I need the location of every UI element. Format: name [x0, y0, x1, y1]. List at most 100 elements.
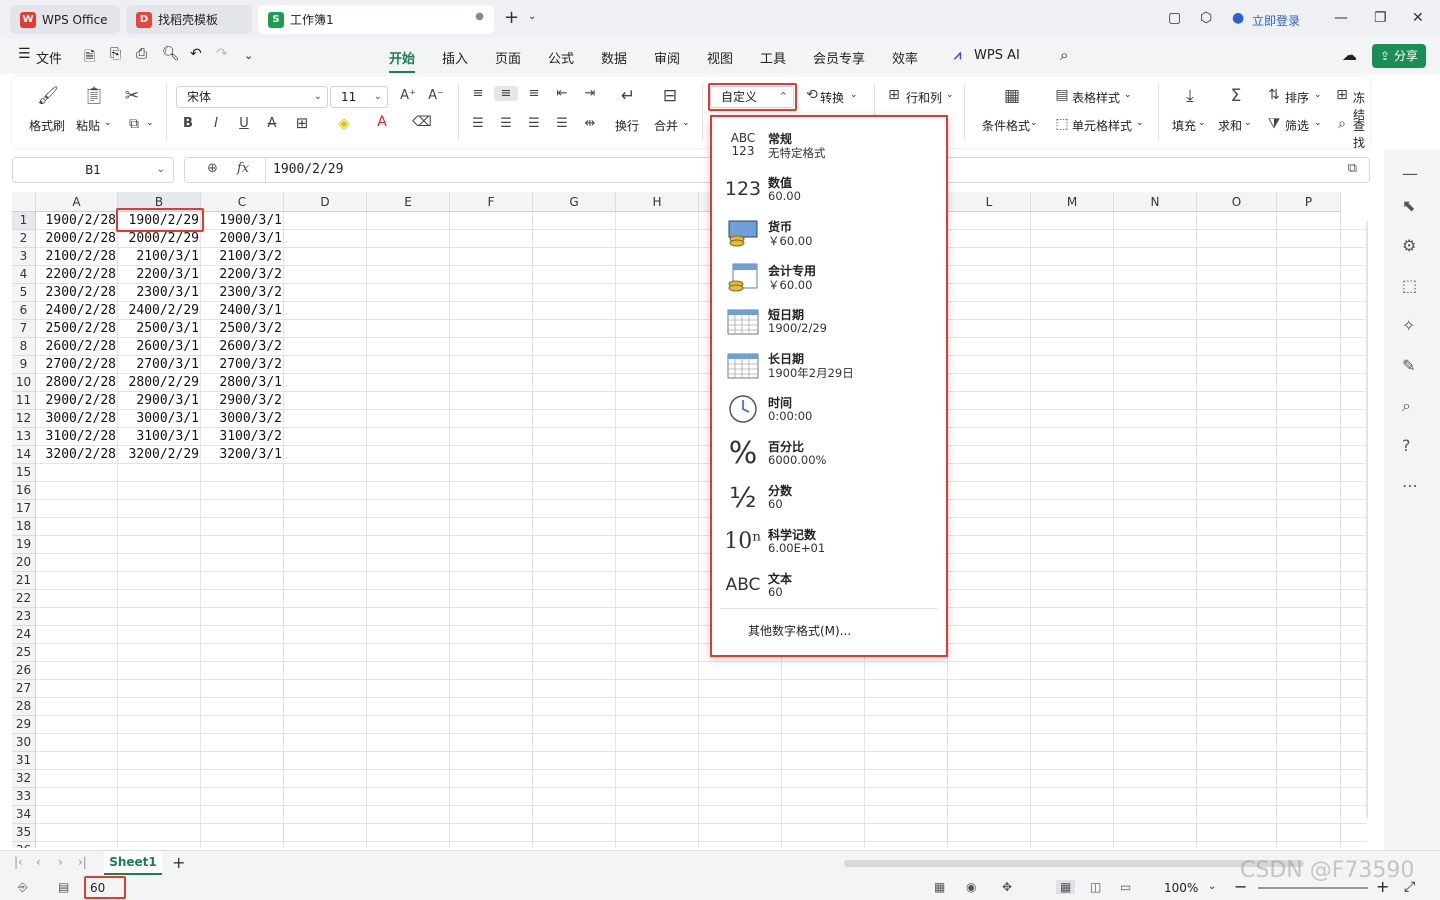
column-header[interactable]: P	[1277, 192, 1341, 212]
chevron-down-icon[interactable]: ⌄	[1244, 118, 1252, 128]
font-color-icon[interactable]: A	[370, 114, 394, 130]
minimize-icon[interactable]: —	[1334, 10, 1348, 26]
fill-button[interactable]: 填充	[1172, 117, 1196, 134]
table-cell[interactable]: 2900/3/2	[201, 392, 284, 410]
table-cell[interactable]: 2700/3/1	[118, 356, 201, 374]
row-header[interactable]: 4	[12, 266, 36, 284]
row-header[interactable]: 6	[12, 302, 36, 320]
print-icon[interactable]: ⎙	[136, 46, 147, 62]
table-cell[interactable]: 2100/3/1	[118, 248, 201, 266]
row-col-icon[interactable]: ⊞	[882, 87, 906, 103]
row-header[interactable]: 34	[12, 806, 36, 824]
table-cell[interactable]: 2300/3/2	[201, 284, 284, 302]
row-header[interactable]: 3	[12, 248, 36, 266]
more-number-formats-link[interactable]: 其他数字格式(M)...	[748, 622, 851, 639]
column-header[interactable]: D	[284, 192, 367, 212]
format-painter-button[interactable]: 格式刷	[29, 117, 65, 134]
menu-tab-tools[interactable]: 工具	[760, 48, 786, 67]
table-cell[interactable]: 2600/3/2	[201, 338, 284, 356]
fx-icon[interactable]: fx	[237, 161, 249, 176]
row-header[interactable]: 11	[12, 392, 36, 410]
column-header[interactable]: F	[450, 192, 533, 212]
chevron-down-icon[interactable]: ⌄	[946, 90, 954, 100]
row-header[interactable]: 27	[12, 680, 36, 698]
table-cell[interactable]: 2800/2/29	[118, 374, 201, 392]
more-icon[interactable]: ⋯	[1402, 476, 1418, 495]
tools-icon[interactable]: ✧	[1402, 316, 1415, 335]
fill-color-icon[interactable]: ◈	[332, 114, 356, 132]
align-center-icon[interactable]: ☰	[494, 116, 518, 131]
column-header[interactable]: A	[36, 192, 118, 212]
column-header[interactable]: O	[1197, 192, 1277, 212]
sum-button[interactable]: 求和	[1218, 117, 1242, 134]
chevron-down-icon[interactable]: ⌄	[146, 118, 154, 128]
table-cell[interactable]: 2500/3/2	[201, 320, 284, 338]
login-link[interactable]: 立即登录	[1252, 12, 1300, 29]
increase-font-icon[interactable]: A⁺	[396, 88, 420, 103]
page-break-view-icon[interactable]: ▭	[1120, 880, 1131, 894]
macro-icon[interactable]: ⎆	[18, 880, 28, 895]
wrap-text-icon[interactable]: ↵	[616, 86, 640, 106]
row-header[interactable]: 5	[12, 284, 36, 302]
share-button[interactable]: ⇪ 分享	[1372, 44, 1426, 68]
find-button[interactable]: 查找	[1348, 117, 1370, 151]
zoom-formula-icon[interactable]: ⊕	[207, 161, 218, 176]
column-header[interactable]: H	[616, 192, 699, 212]
select-pointer-icon[interactable]: ⬉	[1402, 196, 1415, 215]
page-icon[interactable]: ▤	[58, 880, 69, 894]
expand-formula-icon[interactable]: ⧉	[1348, 161, 1357, 176]
hamburger-icon[interactable]: ☰	[18, 46, 31, 62]
sort-button[interactable]: 排序	[1285, 89, 1309, 106]
signature-icon[interactable]: ✎	[1402, 356, 1415, 375]
chevron-down-icon[interactable]: ⌄	[1136, 118, 1144, 128]
book-search-icon[interactable]: ⌕	[1402, 396, 1411, 416]
zoom-slider[interactable]	[1258, 887, 1368, 889]
last-sheet-icon[interactable]: ›|	[78, 855, 87, 869]
format-item-fraction[interactable]: ½ 分数 60	[712, 475, 946, 519]
increase-indent-icon[interactable]: ⇥	[578, 86, 602, 101]
cross-highlight-icon[interactable]: ✥	[1002, 880, 1012, 894]
merge-button[interactable]: 合并	[654, 117, 678, 134]
row-header[interactable]: 24	[12, 626, 36, 644]
format-item-number[interactable]: 123 数值 60.00	[712, 167, 946, 211]
cube-icon[interactable]: ⬡	[1200, 10, 1212, 26]
undo-icon[interactable]: ↶	[190, 46, 202, 62]
font-size-select[interactable]: 11 ⌄	[330, 86, 388, 108]
format-item-currency[interactable]: 货币 ￥60.00	[712, 211, 946, 255]
paste-icon[interactable]: 📋︎	[82, 86, 106, 106]
row-header[interactable]: 22	[12, 590, 36, 608]
row-header[interactable]: 29	[12, 716, 36, 734]
table-cell[interactable]: 2500/2/28	[36, 320, 118, 338]
row-header[interactable]: 2	[12, 230, 36, 248]
align-right-icon[interactable]: ☰	[522, 116, 546, 131]
chevron-down-icon[interactable]: ⌄	[1124, 90, 1132, 100]
row-header[interactable]: 23	[12, 608, 36, 626]
table-cell[interactable]: 2700/2/28	[36, 356, 118, 374]
format-item-scientific[interactable]: 10ⁿ 科学记数 6.00E+01	[712, 519, 946, 563]
table-cell[interactable]: 3100/3/1	[118, 428, 201, 446]
table-style-button[interactable]: 表格样式	[1072, 89, 1120, 106]
row-header[interactable]: 20	[12, 554, 36, 572]
save-icon[interactable]: 🗎	[84, 46, 95, 70]
row-header[interactable]: 31	[12, 752, 36, 770]
normal-view-icon[interactable]: ▦	[1056, 880, 1076, 894]
border-icon[interactable]: ⊞	[290, 114, 314, 132]
row-header[interactable]: 25	[12, 644, 36, 662]
column-header[interactable]: G	[533, 192, 616, 212]
menu-tab-data[interactable]: 数据	[601, 48, 627, 67]
font-name-select[interactable]: 宋体 ⌄	[176, 86, 328, 108]
align-left-icon[interactable]: ☰	[466, 116, 490, 131]
table-cell[interactable]: 3000/2/28	[36, 410, 118, 428]
align-bottom-icon[interactable]: ≡	[522, 86, 546, 101]
prev-sheet-icon[interactable]: ‹	[36, 855, 41, 869]
chevron-down-icon[interactable]: ⌄	[104, 118, 112, 128]
maximize-icon[interactable]: ❐	[1374, 10, 1387, 26]
row-header[interactable]: 30	[12, 734, 36, 752]
conditional-format-button[interactable]: 条件格式	[982, 117, 1030, 134]
column-header[interactable]: C	[201, 192, 284, 212]
settings-sliders-icon[interactable]: ⚙	[1402, 236, 1416, 255]
underline-icon[interactable]: U	[232, 116, 256, 131]
chevron-down-icon[interactable]: ⌄	[244, 49, 253, 62]
export-icon[interactable]: ⎘	[110, 46, 121, 62]
chevron-down-icon[interactable]: ⌄	[528, 11, 536, 22]
